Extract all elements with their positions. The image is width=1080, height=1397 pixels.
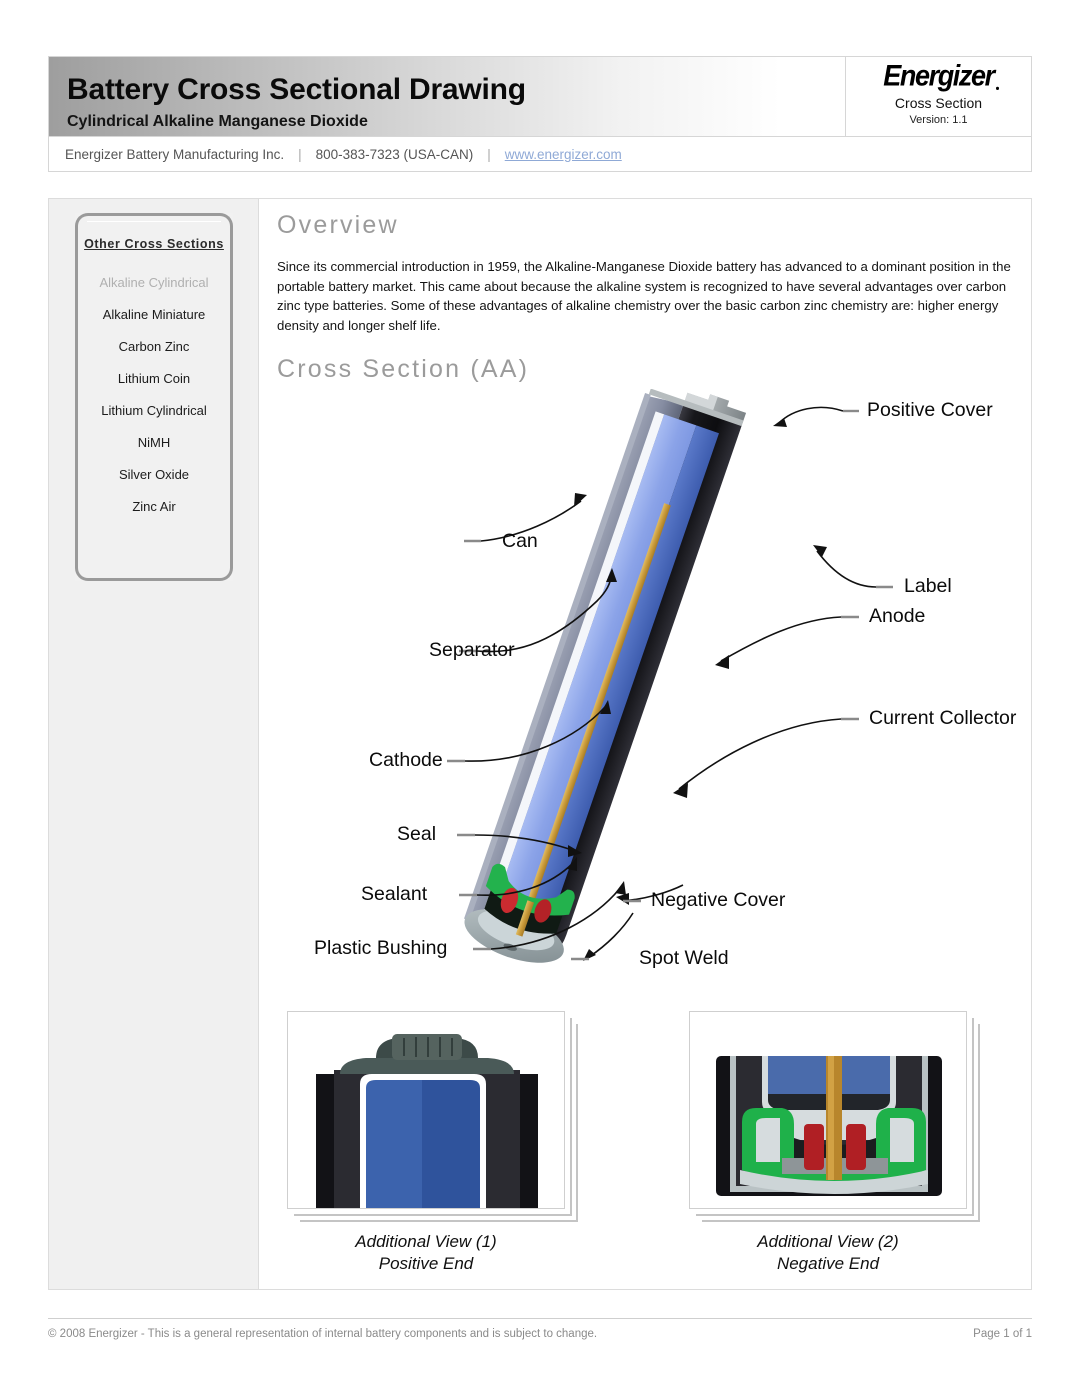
callout-anode: Anode xyxy=(869,605,926,627)
battery-cross-section-diagram: Positive Cover Can Label Separator Anode… xyxy=(259,389,1031,999)
sidebar-item-alkaline-miniature[interactable]: Alkaline Miniature xyxy=(81,299,227,331)
battery-illustration xyxy=(447,389,893,963)
brand-version-label: Version: 1.1 xyxy=(909,114,968,126)
sidebar-item-carbon-zinc[interactable]: Carbon Zinc xyxy=(81,331,227,363)
header-title-block: Battery Cross Sectional Drawing Cylindri… xyxy=(49,57,845,136)
sidebar-card-edge-left xyxy=(75,239,78,555)
additional-view-1: Additional View (1) Positive End xyxy=(287,1011,577,1275)
ne-sealant-right xyxy=(846,1124,866,1170)
overview-body-text: Since its commercial introduction in 195… xyxy=(277,259,1011,333)
ne-collector-highlight xyxy=(828,1056,834,1180)
document-page: Battery Cross Sectional Drawing Cylindri… xyxy=(0,0,1080,1397)
negative-end-illustration xyxy=(690,1012,966,1208)
sidebar-card: Other Cross Sections Alkaline Cylindrica… xyxy=(75,213,233,581)
additional-view-2-frame[interactable] xyxy=(689,1011,967,1209)
additional-view-2: Additional View (2) Negative End xyxy=(689,1011,979,1275)
page-subtitle: Cylindrical Alkaline Manganese Dioxide xyxy=(67,113,368,130)
callout-seal: Seal xyxy=(397,823,437,845)
callout-sealant: Sealant xyxy=(361,883,428,905)
sidebar-item-lithium-cylindrical[interactable]: Lithium Cylindrical xyxy=(81,395,227,427)
additional-view-1-subtitle: Positive End xyxy=(378,1254,474,1273)
callout-cathode: Cathode xyxy=(369,749,443,771)
additional-view-1-frame[interactable] xyxy=(287,1011,565,1209)
additional-view-2-caption: Additional View (2) Negative End xyxy=(689,1231,967,1275)
callout-spot-weld: Spot Weld xyxy=(639,947,729,969)
callout-label: Label xyxy=(904,575,952,597)
additional-views: Additional View (1) Positive End Additio… xyxy=(259,1011,1031,1281)
callout-positive-cover: Positive Cover xyxy=(867,399,993,421)
ne-seal-gap-right xyxy=(890,1118,914,1162)
pe-cover-shoulder xyxy=(340,1058,514,1074)
additional-view-2-title: Additional View (2) xyxy=(757,1232,899,1251)
pe-cathode xyxy=(366,1080,422,1208)
sidebar: Other Cross Sections Alkaline Cylindrica… xyxy=(49,199,259,1289)
body-panel: Other Cross Sections Alkaline Cylindrica… xyxy=(48,198,1032,1290)
contact-separator-1: | xyxy=(298,146,302,162)
brand-section-label: Cross Section xyxy=(894,95,983,111)
document-header: Battery Cross Sectional Drawing Cylindri… xyxy=(48,56,1032,136)
energizer-logo: Energizer xyxy=(883,59,1000,93)
positive-end-illustration xyxy=(288,1012,564,1208)
page-title: Battery Cross Sectional Drawing xyxy=(67,73,526,106)
additional-view-2-subtitle: Negative End xyxy=(776,1254,880,1273)
callout-separator: Separator xyxy=(429,639,515,661)
ne-seal-gap-left xyxy=(756,1118,780,1162)
callout-can: Can xyxy=(502,530,538,552)
sidebar-item-nimh[interactable]: NiMH xyxy=(81,427,227,459)
contact-phone: 800-383-7323 (USA-CAN) xyxy=(315,146,474,162)
sidebar-item-silver-oxide[interactable]: Silver Oxide xyxy=(81,459,227,491)
callout-negative-cover: Negative Cover xyxy=(651,889,786,911)
contact-separator-2: | xyxy=(487,146,491,162)
overview-heading: Overview xyxy=(277,211,399,239)
sidebar-card-edge-right xyxy=(230,239,233,555)
callout-plastic-bushing: Plastic Bushing xyxy=(314,937,448,959)
sidebar-divider xyxy=(87,221,221,222)
brand-block: Energizer Cross Section Version: 1.1 xyxy=(845,57,1031,136)
sidebar-item-lithium-coin[interactable]: Lithium Coin xyxy=(81,363,227,395)
callout-current-collector: Current Collector xyxy=(869,707,1017,729)
sidebar-heading: Other Cross Sections xyxy=(84,237,224,251)
sidebar-item-alkaline-cylindrical[interactable]: Alkaline Cylindrical xyxy=(81,267,227,299)
footer-copyright: © 2008 Energizer - This is a general rep… xyxy=(48,1328,598,1340)
additional-view-1-title: Additional View (1) xyxy=(355,1232,497,1251)
cross-section-heading: Cross Section (AA) xyxy=(277,355,530,383)
sidebar-content: Other Cross Sections Alkaline Cylindrica… xyxy=(81,221,227,523)
footer-page-number: Page 1 of 1 xyxy=(973,1328,1032,1340)
battery-body-group xyxy=(464,389,747,963)
additional-view-1-caption: Additional View (1) Positive End xyxy=(287,1231,565,1275)
contact-bar: Energizer Battery Manufacturing Inc. | 8… xyxy=(48,136,1032,172)
sidebar-item-zinc-air[interactable]: Zinc Air xyxy=(81,491,227,523)
document-footer: © 2008 Energizer - This is a general rep… xyxy=(48,1318,1032,1340)
ne-sealant-left xyxy=(804,1124,824,1170)
company-name: Energizer Battery Manufacturing Inc. xyxy=(65,146,285,162)
website-link[interactable]: www.energizer.com xyxy=(505,147,622,162)
pe-anode xyxy=(422,1080,480,1208)
content-area: Overview Since its commercial introducti… xyxy=(259,199,1031,1289)
